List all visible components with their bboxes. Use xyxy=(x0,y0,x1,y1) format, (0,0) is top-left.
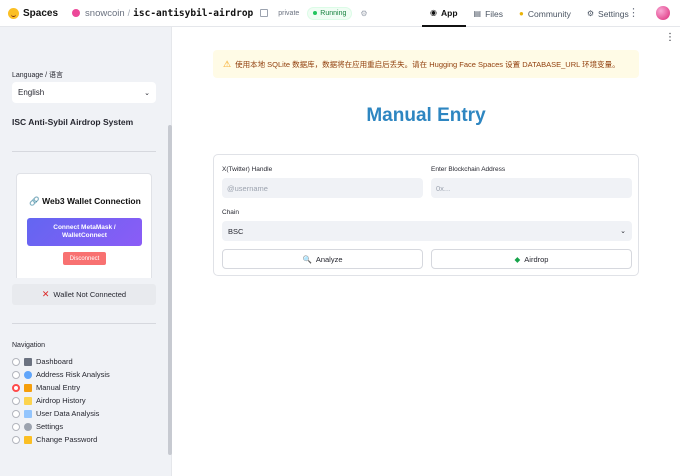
manual-entry-form: X(Twitter) Handle @username Enter Blockc… xyxy=(213,154,639,276)
nav-radio-manual-entry[interactable]: Manual Entry xyxy=(12,381,162,394)
airdrop-icon: ◆ xyxy=(514,254,521,264)
visibility-badge: private xyxy=(278,9,300,17)
hardware-icon[interactable]: ⚙ xyxy=(360,9,367,18)
language-label: Language / 语言 xyxy=(12,72,63,79)
status-badge[interactable]: Running xyxy=(307,6,353,20)
nav-radio-settings[interactable]: Settings xyxy=(12,420,162,433)
nav-radio-dashboard[interactable]: Dashboard xyxy=(12,355,162,368)
warning-banner: ⚠ 使用本地 SQLite 数据库，数据将在应用重启后丢失。请在 Hugging… xyxy=(213,50,639,78)
divider xyxy=(12,323,156,324)
analyze-button[interactable]: 🔍 Analyze xyxy=(222,249,423,269)
navigation-label: Navigation xyxy=(12,342,46,349)
warning-text: 使用本地 SQLite 数据库，数据将在应用重启后丢失。请在 Hugging F… xyxy=(235,59,620,69)
airdrop-button[interactable]: ◆ Airdrop xyxy=(431,249,632,269)
space-nav: ◉ App ▤ Files ● Community ⚙ Settings xyxy=(422,0,637,27)
address-input[interactable]: 0x... xyxy=(431,178,632,198)
chain-label: Chain xyxy=(222,209,239,216)
search-icon: 🔍 xyxy=(302,254,312,264)
repo-link[interactable]: isc-antisybil-airdrop xyxy=(133,8,253,19)
analyze-label: Analyze xyxy=(315,254,343,264)
wallet-connection-card: 🔗 Web3 Wallet Connection Connect MetaMas… xyxy=(16,173,152,278)
radio-button[interactable] xyxy=(12,435,20,444)
spaces-logo[interactable]: Spaces xyxy=(8,7,59,19)
main-menu-icon[interactable]: ⋮ xyxy=(665,32,675,43)
chain-select[interactable]: BSC ⌄ xyxy=(222,221,632,241)
gear-icon xyxy=(24,422,32,431)
connect-wallet-button[interactable]: Connect MetaMask / WalletConnect xyxy=(27,218,142,246)
wallet-status-label: Wallet Not Connected xyxy=(53,290,127,299)
scroll-icon xyxy=(24,396,32,405)
hugging-face-icon xyxy=(8,7,19,19)
tab-community[interactable]: ● Community xyxy=(511,0,579,27)
radio-button-selected[interactable] xyxy=(12,383,20,392)
twitter-handle-label: X(Twitter) Handle xyxy=(222,166,273,173)
top-bar: Spaces snowcoin / isc-antisybil-airdrop … xyxy=(0,0,680,27)
system-title: ISC Anti-Sybil Airdrop System xyxy=(12,117,134,127)
tab-app-label: App xyxy=(440,7,458,18)
magnifier-icon xyxy=(24,370,32,379)
warning-icon: ⚠ xyxy=(223,58,232,69)
nav-radio-label: Dashboard xyxy=(36,357,73,366)
brand-label: Spaces xyxy=(23,7,59,19)
nav-radio-label: Manual Entry xyxy=(36,383,81,392)
chevron-down-icon: ⌄ xyxy=(144,89,150,97)
status-label: Running xyxy=(320,9,347,17)
language-select[interactable]: English ⌄ xyxy=(12,82,156,103)
breadcrumb: snowcoin / isc-antisybil-airdrop xyxy=(72,8,269,19)
user-avatar[interactable] xyxy=(656,6,670,20)
org-link[interactable]: snowcoin xyxy=(85,8,125,19)
status-dot-icon xyxy=(313,11,318,15)
wallet-status-banner: ✕ Wallet Not Connected xyxy=(12,284,156,305)
pencil-icon xyxy=(24,383,32,392)
radio-button[interactable] xyxy=(12,357,20,366)
nav-radio-label: User Data Analysis xyxy=(36,409,100,418)
radio-button[interactable] xyxy=(12,370,20,379)
app-icon: ◉ xyxy=(430,8,437,17)
nav-radio-label: Address Risk Analysis xyxy=(36,370,110,379)
nav-radio-label: Airdrop History xyxy=(36,396,86,405)
tab-files[interactable]: ▤ Files xyxy=(466,0,512,27)
navigation-radio-group: Dashboard Address Risk Analysis Manual E… xyxy=(12,355,162,446)
radio-button[interactable] xyxy=(12,409,20,418)
tab-community-label: Community xyxy=(527,8,571,19)
nav-radio-change-password[interactable]: Change Password xyxy=(12,433,162,446)
disconnect-button[interactable]: Disconnect xyxy=(63,252,106,265)
tab-settings-label: Settings xyxy=(598,8,629,19)
lock-icon xyxy=(24,435,32,444)
community-icon: ● xyxy=(519,9,524,18)
gear-icon: ⚙ xyxy=(586,9,595,18)
breadcrumb-separator: / xyxy=(127,8,131,18)
tab-files-label: Files xyxy=(485,8,504,19)
nav-radio-label: Change Password xyxy=(36,435,98,444)
nav-radio-address-risk[interactable]: Address Risk Analysis xyxy=(12,368,162,381)
chain-value: BSC xyxy=(228,226,244,236)
language-value: English xyxy=(18,88,45,97)
org-avatar xyxy=(72,9,81,17)
divider xyxy=(12,151,156,152)
tab-app[interactable]: ◉ App xyxy=(422,0,466,27)
more-options-icon[interactable]: ⋮ xyxy=(628,6,639,20)
chart-icon xyxy=(24,409,32,418)
radio-button[interactable] xyxy=(12,396,20,405)
nav-radio-user-data[interactable]: User Data Analysis xyxy=(12,407,162,420)
dashboard-icon xyxy=(24,357,32,366)
copy-icon[interactable] xyxy=(260,9,269,17)
cross-icon: ✕ xyxy=(41,289,50,299)
twitter-handle-input[interactable]: @username xyxy=(222,178,423,198)
radio-button[interactable] xyxy=(12,422,20,431)
page-title: Manual Entry xyxy=(366,105,486,126)
chevron-down-icon: ⌄ xyxy=(620,228,626,235)
main-content: ⋮ ⚠ 使用本地 SQLite 数据库，数据将在应用重启后丢失。请在 Huggi… xyxy=(172,27,680,476)
files-icon: ▤ xyxy=(473,9,482,18)
sidebar: Language / 语言 English ⌄ ISC Anti-Sybil A… xyxy=(0,27,172,476)
airdrop-label: Airdrop xyxy=(524,254,549,264)
nav-radio-label: Settings xyxy=(36,422,64,431)
address-label: Enter Blockchain Address xyxy=(431,166,506,173)
wallet-title: 🔗 Web3 Wallet Connection xyxy=(29,196,141,206)
nav-radio-airdrop-history[interactable]: Airdrop History xyxy=(12,394,162,407)
